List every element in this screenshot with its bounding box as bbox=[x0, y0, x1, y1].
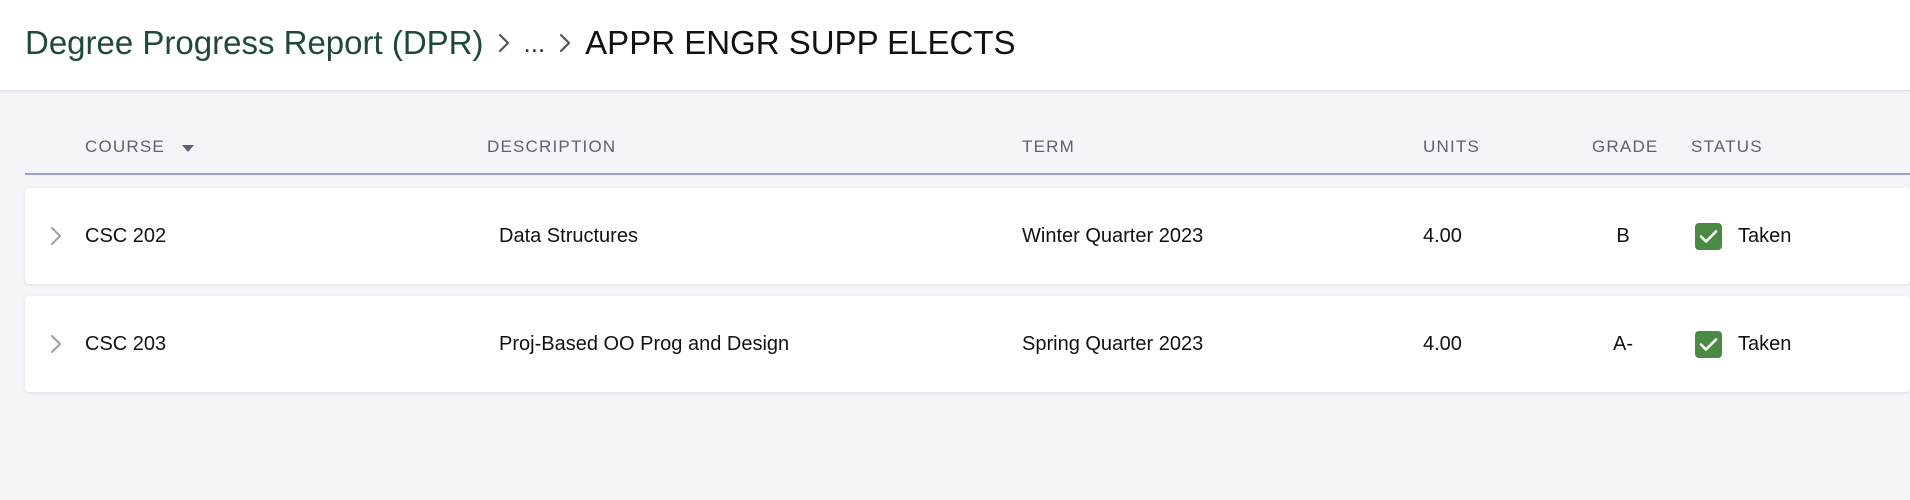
cell-status: Taken bbox=[1695, 296, 1791, 392]
page-header: Degree Progress Report (DPR) ... APPR EN… bbox=[0, 0, 1910, 91]
cell-grade: A- bbox=[1613, 332, 1633, 355]
column-header-units: UNITS bbox=[1423, 137, 1480, 156]
caret-down-icon bbox=[181, 138, 195, 158]
cell-term: Winter Quarter 2023 bbox=[1022, 224, 1204, 247]
table-row[interactable]: CSC 203 Proj-Based OO Prog and Design Sp… bbox=[25, 296, 1910, 392]
cell-units: 4.00 bbox=[1423, 332, 1462, 355]
breadcrumb-ellipsis[interactable]: ... bbox=[524, 28, 546, 59]
chevron-right-icon[interactable] bbox=[47, 330, 65, 358]
cell-grade: B bbox=[1616, 224, 1630, 247]
cell-course: CSC 203 bbox=[85, 332, 167, 355]
cell-description: Data Structures bbox=[499, 224, 638, 247]
column-header-description: DESCRIPTION bbox=[487, 137, 617, 156]
column-header-term: TERM bbox=[1022, 137, 1075, 156]
column-header-grade: GRADE bbox=[1592, 137, 1659, 156]
checkbox-checked-icon bbox=[1695, 330, 1722, 358]
table-row[interactable]: CSC 202 Data Structures Winter Quarter 2… bbox=[25, 188, 1910, 284]
column-header-course[interactable]: COURSE bbox=[85, 137, 195, 158]
table-header: COURSE DESCRIPTION TERM UNITS GRADE STAT… bbox=[25, 125, 1910, 175]
cell-term: Spring Quarter 2023 bbox=[1022, 332, 1204, 355]
breadcrumb: Degree Progress Report (DPR) ... APPR EN… bbox=[25, 0, 1016, 86]
checkbox-checked-icon bbox=[1695, 222, 1722, 250]
column-header-course-label: COURSE bbox=[85, 137, 165, 156]
cell-units: 4.00 bbox=[1423, 224, 1462, 247]
cell-course: CSC 202 bbox=[85, 224, 167, 247]
cell-status: Taken bbox=[1695, 188, 1791, 284]
breadcrumb-current-page: APPR ENGR SUPP ELECTS bbox=[585, 24, 1016, 61]
status-label: Taken bbox=[1738, 224, 1792, 247]
cell-description: Proj-Based OO Prog and Design bbox=[499, 332, 790, 355]
column-header-status: STATUS bbox=[1691, 137, 1763, 156]
breadcrumb-root-link[interactable]: Degree Progress Report (DPR) bbox=[25, 24, 484, 62]
chevron-right-icon bbox=[559, 33, 571, 53]
chevron-right-icon[interactable] bbox=[47, 222, 65, 250]
status-label: Taken bbox=[1738, 332, 1792, 355]
chevron-right-icon bbox=[498, 33, 510, 53]
